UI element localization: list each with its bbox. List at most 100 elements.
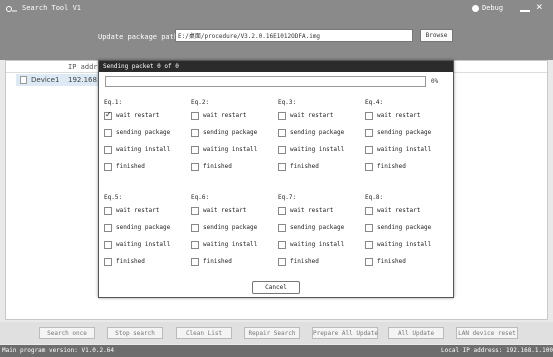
dialog-title: Sending packet 0 of 0 [103, 63, 179, 70]
prepare-all-update-button[interactable]: Prepare All Update [312, 327, 378, 339]
status-checkbox-label: sending package [203, 224, 258, 231]
eq-label: Eq.2: [191, 99, 210, 106]
status-checkbox[interactable] [191, 146, 199, 154]
status-checkbox[interactable] [365, 112, 373, 120]
status-checkbox[interactable] [104, 241, 112, 249]
status-checkbox[interactable] [191, 163, 199, 171]
status-checkbox[interactable] [104, 129, 112, 137]
status-checkbox[interactable] [278, 258, 286, 266]
debug-label: Debug [482, 4, 504, 12]
status-checkbox[interactable] [365, 224, 373, 232]
debug-icon [472, 4, 479, 12]
status-checkbox[interactable] [191, 258, 199, 266]
status-checkbox-label: waiting install [290, 241, 345, 248]
status-checkbox-label: wait restart [377, 207, 421, 214]
eq-label: Eq.3: [278, 99, 297, 106]
status-checkbox[interactable] [104, 207, 112, 215]
eq-label: Eq.4: [365, 99, 384, 106]
status-checkbox-label: finished [377, 258, 406, 265]
status-checkbox[interactable] [365, 163, 373, 171]
status-checkbox[interactable] [104, 146, 112, 154]
status-checkbox[interactable] [278, 146, 286, 154]
status-checkbox[interactable] [104, 224, 112, 232]
device-name: Device1 [31, 76, 60, 84]
status-checkbox-label: sending package [377, 129, 432, 136]
close-icon[interactable]: × [536, 1, 543, 12]
update-progress-dialog: Sending packet 0 of 0 0% Eq.1: wait resta… [98, 60, 454, 298]
status-checkbox[interactable] [365, 207, 373, 215]
repair-search-button[interactable]: Repair Search [244, 327, 300, 339]
status-checkbox-label: finished [203, 163, 232, 170]
browse-button[interactable]: Browse [420, 29, 453, 42]
all-update-button[interactable]: All Update [388, 327, 444, 339]
status-checkbox-label: sending package [290, 129, 345, 136]
eq-label: Eq.6: [191, 194, 210, 201]
status-checkbox[interactable] [365, 146, 373, 154]
package-path-input[interactable] [175, 29, 413, 42]
program-version: Main program version: V1.0.2.64 [2, 347, 114, 354]
stop-search-button[interactable]: Stop search [107, 327, 163, 339]
action-toolbar: Search once Stop search Clean List Repai… [0, 322, 553, 344]
package-path-label: Update package path: [98, 33, 183, 41]
status-checkbox-label: waiting install [116, 241, 171, 248]
status-checkbox-label: waiting install [203, 241, 258, 248]
search-once-button[interactable]: Search once [39, 327, 95, 339]
status-checkbox-label: finished [290, 163, 319, 170]
status-checkbox-label: sending package [290, 224, 345, 231]
title-bar: Search Tool V1 Debug × Update package pa… [0, 0, 553, 60]
status-checkbox[interactable] [104, 258, 112, 266]
eq-label: Eq.1: [104, 99, 123, 106]
status-checkbox-label: sending package [203, 129, 258, 136]
clean-list-button[interactable]: Clean List [176, 327, 232, 339]
status-checkbox-label: waiting install [116, 146, 171, 153]
status-checkbox-label: wait restart [203, 112, 247, 119]
status-checkbox-label: wait restart [116, 112, 160, 119]
eq-label: Eq.7: [278, 194, 297, 201]
status-checkbox-label: wait restart [290, 112, 334, 119]
status-checkbox-label: waiting install [377, 146, 432, 153]
status-checkbox[interactable] [191, 112, 199, 120]
eq-label: Eq.8: [365, 194, 384, 201]
app-logo-icon [6, 6, 17, 12]
status-checkbox[interactable] [278, 241, 286, 249]
status-checkbox-label: finished [377, 163, 406, 170]
app-title: Search Tool V1 [22, 4, 82, 12]
debug-toggle[interactable]: Debug [472, 4, 503, 12]
status-checkbox-label: finished [116, 258, 145, 265]
status-checkbox-label: waiting install [203, 146, 258, 153]
progress-percent: 0% [431, 78, 439, 85]
cancel-button[interactable]: Cancel [252, 281, 300, 294]
status-checkbox-label: waiting install [290, 146, 345, 153]
dialog-title-bar: Sending packet 0 of 0 [99, 61, 453, 72]
status-checkbox-label: finished [116, 163, 145, 170]
status-checkbox[interactable] [278, 224, 286, 232]
status-checkbox-label: wait restart [203, 207, 247, 214]
status-checkbox[interactable] [278, 112, 286, 120]
lan-device-reset-button[interactable]: LAN device reset [456, 327, 518, 339]
status-checkbox-label: wait restart [290, 207, 334, 214]
status-checkbox-label: waiting install [377, 241, 432, 248]
status-checkbox[interactable] [278, 129, 286, 137]
device-icon [20, 76, 27, 84]
status-checkbox[interactable] [191, 241, 199, 249]
progress-bar [105, 76, 426, 87]
status-checkbox-label: sending package [116, 224, 171, 231]
minimize-icon[interactable] [520, 4, 530, 12]
status-checkbox[interactable] [191, 207, 199, 215]
status-checkbox[interactable] [191, 129, 199, 137]
status-checkbox[interactable] [365, 258, 373, 266]
status-bar: Main program version: V1.0.2.64 Local IP… [0, 345, 553, 357]
status-checkbox[interactable] [278, 163, 286, 171]
status-checkbox-label: sending package [116, 129, 171, 136]
status-checkbox[interactable] [104, 163, 112, 171]
local-ip-address: Local IP address: 192.168.1.100 [441, 347, 553, 354]
status-checkbox-label: finished [290, 258, 319, 265]
status-checkbox[interactable] [104, 110, 112, 120]
status-checkbox-label: finished [203, 258, 232, 265]
status-checkbox[interactable] [365, 241, 373, 249]
status-checkbox-label: sending package [377, 224, 432, 231]
status-checkbox[interactable] [278, 207, 286, 215]
eq-label: Eq.5: [104, 194, 123, 201]
status-checkbox[interactable] [365, 129, 373, 137]
status-checkbox[interactable] [191, 224, 199, 232]
